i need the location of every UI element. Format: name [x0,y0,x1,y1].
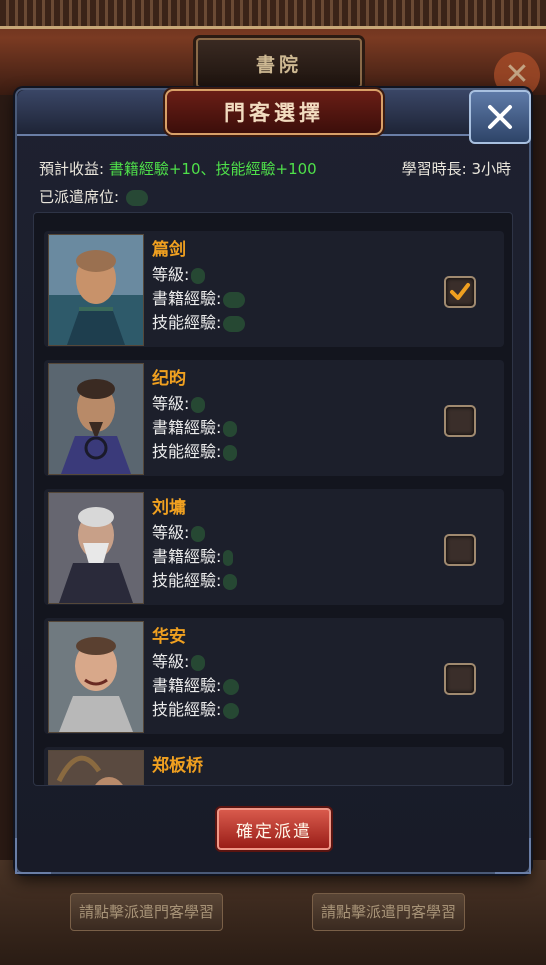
dialog-title: 門客選擇 [224,101,324,125]
hero-portrait [48,621,144,733]
hero-name: 华安 [152,627,186,647]
hero-name: 篇剑 [152,240,186,260]
hero-book-exp-label: 書籍經驗: [152,676,222,695]
dispatched-seats: 已派遣席位: [39,186,148,207]
dialog-title-plaque: 門客選擇 [165,89,383,135]
hero-skill-exp: 技能經驗: [152,309,246,333]
hero-book-exp-label: 書籍經驗: [152,547,222,566]
hero-skill-exp: 技能經驗: [152,696,240,720]
hero-portrait [48,234,144,346]
hero-skill-exp: 技能經驗: [152,438,238,462]
hero-portrait [48,363,144,475]
hero-skill-exp-label: 技能經驗: [152,313,222,332]
hero-portrait [48,750,144,785]
background-banner: 書院 [196,38,362,88]
hero-skill-exp-label: 技能經驗: [152,442,222,461]
dispatched-seats-value [125,189,148,206]
hero-level: 等級: [152,261,206,285]
hero-card[interactable]: 刘墉 等級: 書籍經驗: 技能經驗: [44,489,504,605]
hero-name: 纪昀 [152,369,186,389]
dispatch-slot-button-2[interactable]: 請點擊派遣門客學習 [312,893,466,931]
study-duration: 學習時長: 3小時 [401,160,511,178]
hero-level: 等級: [152,390,206,414]
hero-skill-exp-label: 技能經驗: [152,571,222,590]
hero-skill-exp: 技能經驗: [152,567,238,591]
expected-gain-label: 預計收益: [39,160,105,178]
hero-book-exp-label: 書籍經驗: [152,418,222,437]
hero-select-dialog: 門客選擇 預計收益: 書籍經驗+10、技能經驗+100 學習時長: 3小時 已派… [15,88,531,874]
dispatch-slot-button-1[interactable]: 請點擊派遣門客學習 [70,893,224,931]
hero-portrait [48,492,144,604]
close-icon [488,105,512,129]
hero-book-exp-value [223,291,246,308]
hero-level-label: 等級: [152,523,190,542]
hero-select-checkbox[interactable] [444,534,476,566]
hero-skill-exp-value [223,702,240,719]
hero-card[interactable]: 华安 等級: 書籍經驗: 技能經驗: [44,618,504,734]
dialog-corner-ornament [15,838,51,874]
hero-book-exp: 書籍經驗: [152,414,238,438]
confirm-dispatch-button[interactable]: 確定派遣 [217,808,331,850]
hero-skill-exp-value [223,444,238,461]
hero-level-label: 等級: [152,265,190,284]
checkmark-icon [450,283,470,300]
hero-skill-exp-label: 技能經驗: [152,700,222,719]
hero-select-checkbox[interactable] [444,276,476,308]
hero-level-value [191,396,206,413]
hero-book-exp-value [223,420,238,437]
background-eaves [0,0,546,29]
expected-gain: 預計收益: 書籍經驗+10、技能經驗+100 [39,158,317,179]
expected-gain-value: 書籍經驗+10、技能經驗+100 [108,160,317,178]
hero-book-exp-value [223,549,234,566]
hero-skill-exp-value [223,315,246,332]
hero-select-checkbox[interactable] [444,663,476,695]
hero-level-value [191,654,206,671]
hero-book-exp: 書籍經驗: [152,672,240,696]
hero-book-exp: 書籍經驗: [152,543,234,567]
hero-select-checkbox[interactable] [444,405,476,437]
hero-book-exp: 書籍經驗: [152,285,246,309]
hero-card[interactable]: 篇剑 等級: 書籍經驗: 技能經驗: [44,231,504,347]
hero-level: 等級: [152,648,206,672]
hero-level-value [191,267,206,284]
hero-level-value [191,525,206,542]
hero-card[interactable]: 纪昀 等級: 書籍經驗: 技能經驗: [44,360,504,476]
hero-book-exp-value [223,678,240,695]
dialog-corner-ornament [495,838,531,874]
hero-level-label: 等級: [152,652,190,671]
hero-skill-exp-value [223,573,238,590]
close-button[interactable] [469,90,531,144]
hero-level: 等級: [152,519,206,543]
dispatched-seats-label: 已派遣席位: [39,188,120,206]
hero-card[interactable]: 郑板桥 [44,747,504,785]
hero-name: 郑板桥 [152,756,203,776]
hero-name: 刘墉 [152,498,186,518]
hero-list[interactable]: 篇剑 等級: 書籍經驗: 技能經驗: 纪昀 等級: 書籍經驗: 技能經驗: 刘墉… [33,212,513,786]
hero-level-label: 等級: [152,394,190,413]
hero-book-exp-label: 書籍經驗: [152,289,222,308]
